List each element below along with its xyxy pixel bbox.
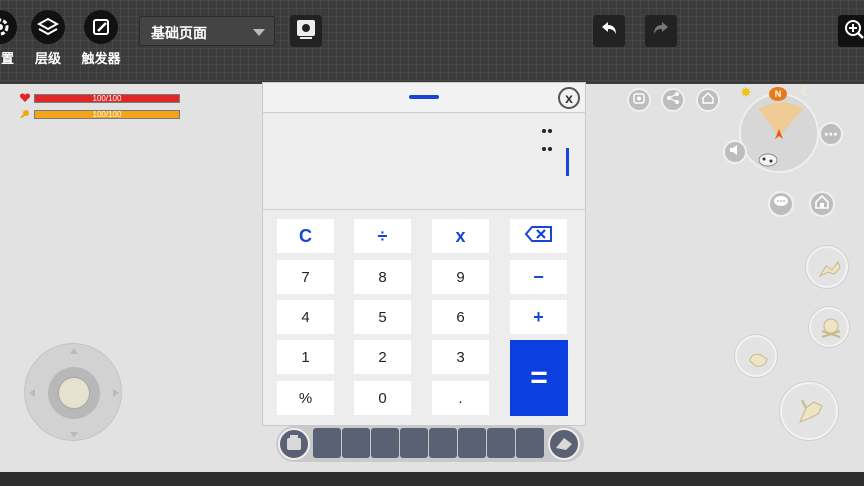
home-icon (814, 194, 830, 215)
joystick-arrows (29, 348, 119, 438)
share-icon (666, 91, 680, 110)
close-button[interactable]: x (558, 87, 580, 109)
triggers-tool[interactable]: 触发器 (77, 10, 125, 67)
key-4[interactable]: 4 (277, 300, 334, 334)
home-button[interactable] (809, 191, 835, 217)
hunger-value: 100/100 (92, 109, 122, 119)
health-value: 100/100 (92, 93, 122, 103)
page-select-value: 基础页面 (151, 25, 207, 41)
jump-button[interactable] (806, 246, 848, 288)
compass-north: N (769, 87, 787, 101)
redo-icon (651, 19, 671, 44)
key-7[interactable]: 7 (277, 260, 334, 294)
key-0[interactable]: 0 (354, 381, 411, 415)
moon-icon: ☾ (801, 83, 814, 99)
editor-toolbar: 置 层级 触发器 基础页面 (0, 0, 864, 82)
chat-icon (773, 195, 789, 214)
hotbar-slot-5[interactable] (429, 428, 457, 458)
screenshot-button[interactable] (627, 88, 651, 112)
chat-button[interactable] (768, 191, 794, 217)
hunger-bar: 100/100 (34, 109, 180, 119)
text-cursor (566, 148, 569, 176)
key-plus[interactable]: + (510, 300, 567, 334)
health-bar: 100/100 (34, 93, 180, 103)
key-percent[interactable]: % (277, 381, 334, 415)
layers-icon (31, 10, 65, 44)
key-2[interactable]: 2 (354, 340, 411, 374)
attack-icon (799, 399, 823, 423)
jump-icon (818, 260, 841, 278)
hotbar-slot-3[interactable] (371, 428, 399, 458)
camera-icon (295, 18, 317, 45)
home-icon (701, 91, 715, 110)
hotbar (276, 426, 584, 462)
layers-tool[interactable]: 层级 (24, 10, 72, 67)
hunger-row: 100/100 (20, 105, 180, 123)
drumstick-icon (20, 105, 30, 123)
share-button[interactable] (661, 88, 685, 112)
key-5[interactable]: 5 (354, 300, 411, 334)
shop-button[interactable] (696, 88, 720, 112)
key-equals[interactable]: = (510, 340, 568, 416)
hand-icon (749, 353, 768, 367)
key-backspace[interactable] (510, 219, 567, 253)
key-divide[interactable]: ÷ (354, 219, 411, 253)
gear-icon (0, 10, 17, 44)
attack-button[interactable] (780, 382, 838, 440)
sneak-button[interactable] (809, 307, 849, 347)
settings-tool[interactable]: 置 (0, 10, 24, 67)
skull-icon (821, 318, 841, 338)
key-1[interactable]: 1 (277, 340, 334, 374)
bottom-strip (0, 472, 864, 486)
more-icon: ⋯ (824, 126, 838, 142)
backspace-icon (524, 225, 554, 248)
zoom-in-icon (843, 18, 864, 45)
pet-icon (757, 150, 779, 168)
hotbar-slot-2[interactable] (342, 428, 370, 458)
equals-label: = (530, 361, 548, 394)
key-minus[interactable]: − (510, 260, 567, 294)
speaker-icon (728, 143, 742, 162)
minimap[interactable] (739, 93, 819, 173)
key-3[interactable]: 3 (432, 340, 489, 374)
undo-icon (599, 19, 619, 44)
key-clear[interactable]: C (277, 219, 334, 253)
chevron-down-icon (253, 29, 265, 36)
undo-button[interactable] (593, 15, 625, 47)
trigger-icon (84, 10, 118, 44)
interact-button[interactable] (735, 335, 777, 377)
triggers-label: 触发器 (81, 51, 121, 66)
close-icon: x (565, 90, 573, 106)
layers-label: 层级 (34, 51, 61, 66)
key-dot[interactable]: . (432, 381, 489, 415)
zoom-in-button[interactable] (838, 15, 864, 47)
key-9[interactable]: 9 (432, 260, 489, 294)
redo-button[interactable] (645, 15, 677, 47)
hotbar-slot-7[interactable] (487, 428, 515, 458)
sound-button[interactable] (723, 140, 747, 164)
sun-icon: ✸ (740, 84, 752, 100)
hotbar-slot-6[interactable] (458, 428, 486, 458)
page-select[interactable]: 基础页面 (139, 16, 275, 46)
more-icon[interactable] (541, 121, 553, 157)
calculator-display (263, 113, 585, 210)
key-multiply[interactable]: x (432, 219, 489, 253)
hotbar-slot-1[interactable] (313, 428, 341, 458)
calculator-window: x C ÷ x 7 8 9 − 4 5 6 + 1 2 3 = % 0 . (262, 82, 586, 426)
movement-joystick[interactable] (24, 343, 122, 441)
hotbar-slot-8[interactable] (516, 428, 544, 458)
minimap-view-cone (759, 102, 803, 139)
key-8[interactable]: 8 (354, 260, 411, 294)
calculator-titlebar[interactable]: x (263, 83, 585, 113)
hotbar-slot-4[interactable] (400, 428, 428, 458)
drag-handle[interactable] (409, 95, 439, 99)
camera-icon (632, 91, 646, 110)
backpack-button[interactable] (278, 428, 310, 460)
camera-button[interactable] (290, 15, 322, 47)
crafting-button[interactable] (548, 428, 580, 460)
key-6[interactable]: 6 (432, 300, 489, 334)
more-button[interactable]: ⋯ (819, 122, 843, 146)
settings-label: 置 (0, 51, 14, 66)
